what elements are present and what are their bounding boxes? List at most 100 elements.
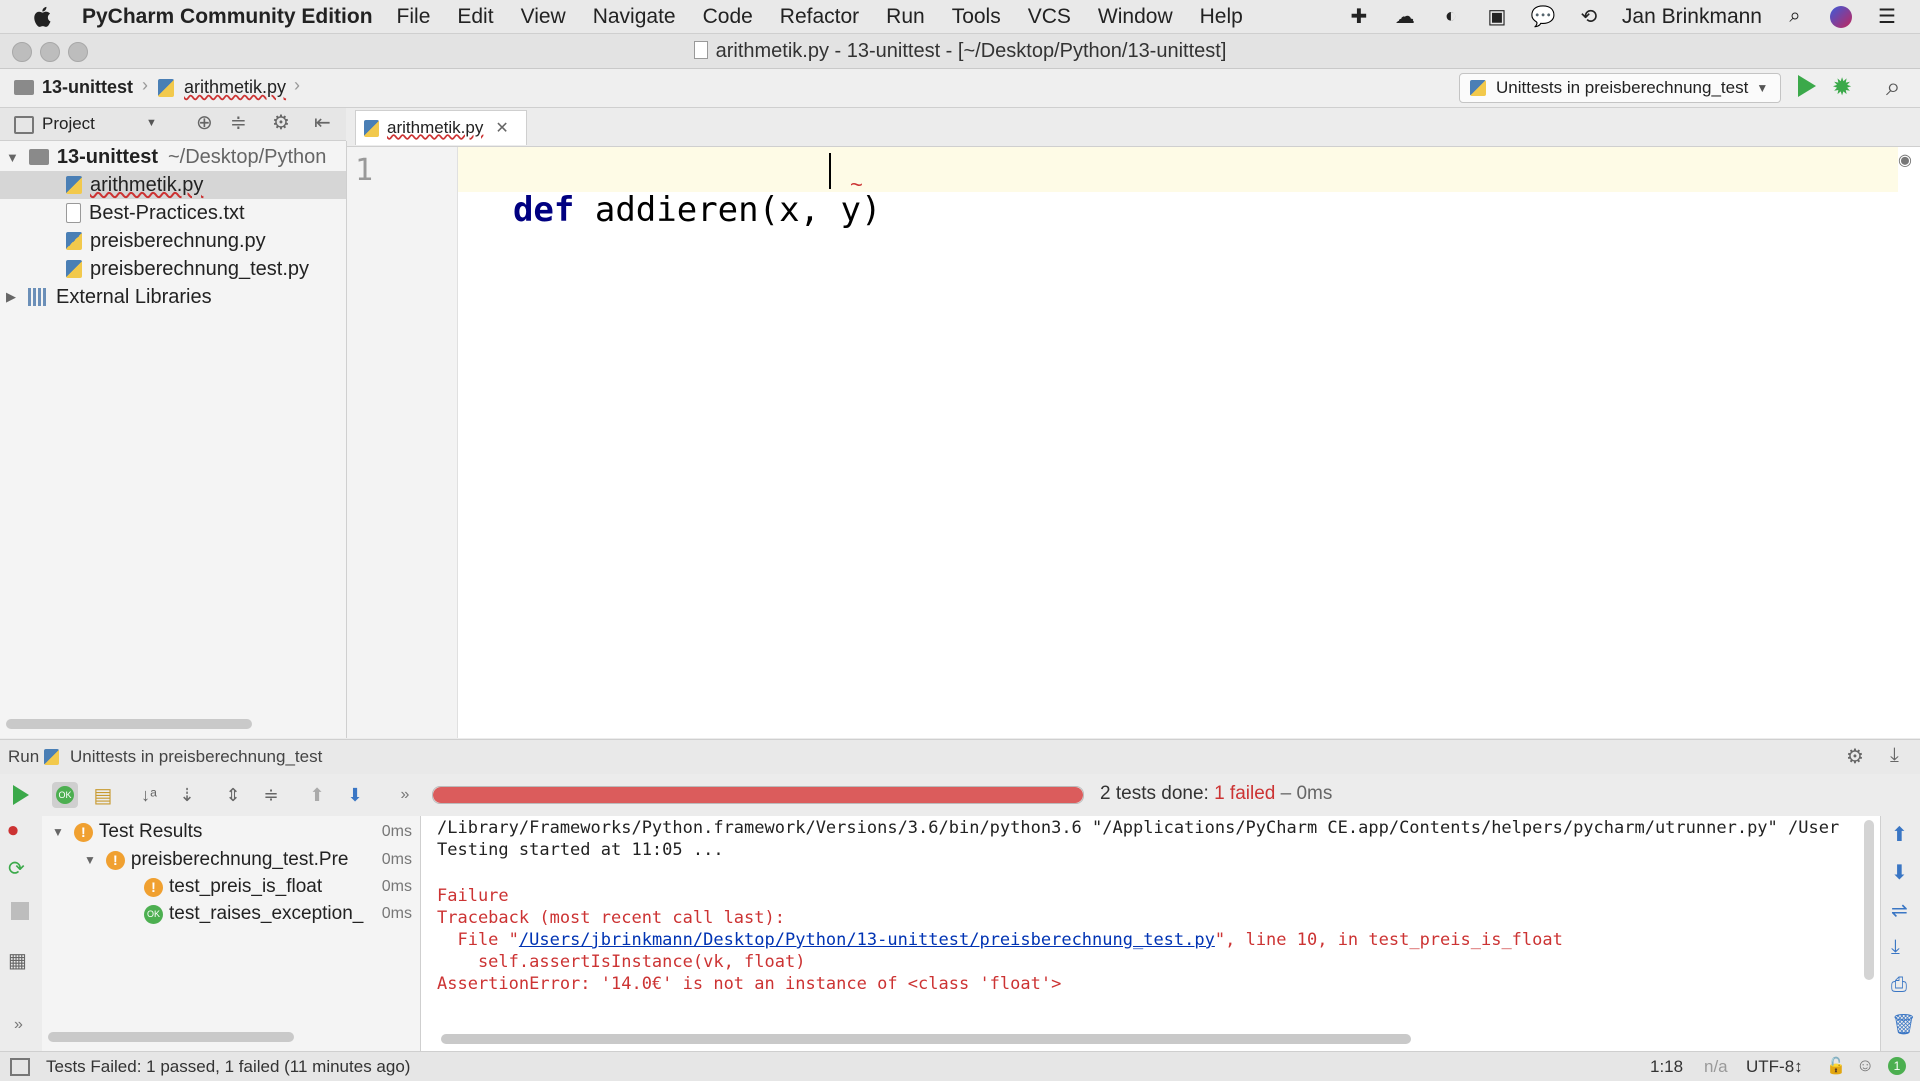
show-passed-icon[interactable]: OK [52, 782, 78, 808]
app-name-menu[interactable]: PyCharm Community Edition [82, 5, 373, 29]
layout-icon[interactable]: ▦ [8, 948, 27, 973]
menu-vcs[interactable]: VCS [1028, 5, 1071, 29]
test-results-root[interactable]: ▼ ! Test Results 0ms [42, 818, 420, 846]
expand-arrow-icon[interactable]: ▼ [84, 853, 96, 867]
leaf-icon[interactable]: ◐ [1438, 4, 1464, 30]
code-editor[interactable] [347, 147, 1920, 738]
menu-window[interactable]: Window [1098, 5, 1173, 29]
more-actions-icon[interactable]: » [392, 782, 418, 808]
inspection-eye-icon[interactable]: ◉ [1898, 150, 1912, 170]
debug-bug-icon[interactable]: ✹ [1832, 73, 1852, 102]
chat-bubble-icon[interactable]: 💬 [1530, 4, 1556, 30]
test-case-item[interactable]: ! test_preis_is_float 0ms [42, 873, 420, 901]
gear-icon[interactable]: ⚙ [1846, 744, 1864, 769]
run-config-tab[interactable]: Unittests in preisberechnung_test [70, 747, 322, 767]
gear-icon[interactable]: ⚙ [272, 110, 290, 135]
tree-file-item[interactable]: preisberechnung.py [0, 227, 346, 255]
test-case-item[interactable]: OK test_raises_exception_ 0ms [42, 900, 420, 928]
horizontal-scrollbar[interactable] [48, 1032, 294, 1042]
scroll-up-icon[interactable]: ⬆ [1891, 822, 1908, 847]
run-play-icon[interactable] [1798, 75, 1816, 97]
soft-wrap-icon[interactable]: ⇌ [1891, 898, 1908, 923]
rerun-failed-icon[interactable]: ⏺ [8, 820, 18, 843]
menu-tools[interactable]: Tools [952, 5, 1001, 29]
run-configuration-select[interactable]: Unittests in preisberechnung_test ▼ [1459, 73, 1781, 103]
code-line[interactable]: def addieren(x, y) [472, 150, 881, 230]
menu-file[interactable]: File [397, 5, 431, 29]
scroll-down-icon[interactable]: ⬇ [1891, 860, 1908, 885]
chevron-down-icon: ▼ [1756, 81, 1769, 95]
cloud-sync-icon[interactable]: ☁ [1392, 4, 1418, 30]
expand-arrow-icon[interactable]: ▼ [6, 150, 19, 165]
line-separator[interactable]: n/a [1704, 1057, 1728, 1077]
editor-tab-arithmetik[interactable]: arithmetik.py ✕ [355, 110, 527, 145]
vertical-scrollbar[interactable] [1864, 820, 1874, 980]
clear-trash-icon[interactable]: 🗑 [1891, 1012, 1916, 1037]
toggle-tool-windows-icon[interactable] [10, 1058, 30, 1076]
time-machine-icon[interactable]: ⟲ [1576, 4, 1602, 30]
more-icon[interactable]: » [14, 1016, 23, 1034]
status-message[interactable]: Tests Failed: 1 passed, 1 failed (11 min… [46, 1057, 410, 1077]
text-cursor [829, 153, 831, 189]
expand-arrow-icon[interactable]: ▼ [52, 825, 64, 839]
file-encoding[interactable]: UTF-8↕ [1746, 1057, 1803, 1077]
python-file-icon [158, 79, 174, 97]
hide-window-icon[interactable]: ⤓ [1890, 744, 1899, 767]
siri-icon[interactable] [1828, 4, 1854, 30]
tree-file-item[interactable]: arithmetik.py [0, 171, 346, 199]
test-console-output[interactable]: /Library/Frameworks/Python.framework/Ver… [421, 816, 1880, 1051]
toggle-auto-test-icon[interactable]: ⟳ [8, 856, 25, 881]
close-tab-icon[interactable]: ✕ [495, 118, 508, 138]
inspector-icon[interactable]: ☺ [1856, 1055, 1874, 1076]
tree-external-libraries[interactable]: ▶ External Libraries [0, 283, 346, 311]
expand-arrow-icon[interactable]: ▶ [6, 289, 16, 305]
scroll-to-end-icon[interactable]: ⤓ [1891, 936, 1900, 959]
caret-position[interactable]: 1:18 [1650, 1057, 1683, 1077]
hide-panel-icon[interactable]: ⇤ [314, 110, 331, 135]
menu-edit[interactable]: Edit [457, 5, 493, 29]
menu-refactor[interactable]: Refactor [780, 5, 859, 29]
notification-center-icon[interactable]: ☰ [1874, 4, 1900, 30]
previous-failed-test-icon[interactable]: ⬆ [304, 782, 330, 808]
project-view-label[interactable]: Project [42, 114, 95, 134]
rerun-play-icon[interactable] [8, 782, 34, 808]
breadcrumb-file[interactable]: arithmetik.py [184, 77, 286, 98]
next-failed-test-icon[interactable]: ⬇ [342, 782, 368, 808]
breadcrumb-project[interactable]: 13-unittest [42, 77, 133, 98]
search-everywhere-icon[interactable]: ⌕ [1886, 71, 1901, 103]
run-side-toolbar: ⏺ ⟳ ▦ » [0, 816, 43, 1051]
camera-icon[interactable]: ▣ [1484, 4, 1510, 30]
scroll-from-source-icon[interactable]: ⊕ [196, 110, 213, 135]
sort-alphabetically-icon[interactable]: ↓ᵃ [136, 782, 162, 808]
traceback-file-link[interactable]: /Users/jbrinkmann/Desktop/Python/13-unit… [519, 930, 1215, 950]
horizontal-scrollbar[interactable] [441, 1034, 1411, 1044]
test-suite-item[interactable]: ▼ ! preisberechnung_test.Pre 0ms [42, 846, 420, 874]
test-progress-fill [433, 787, 1083, 803]
collapse-all-icon[interactable]: ≑ [258, 782, 284, 808]
show-ignored-icon[interactable]: ▤ [90, 782, 116, 808]
menu-help[interactable]: Help [1200, 5, 1243, 29]
expand-all-icon[interactable]: ⇕ [220, 782, 246, 808]
lock-icon[interactable]: 🔓 [1826, 1056, 1846, 1076]
file-icon [693, 41, 708, 59]
sort-by-duration-icon[interactable]: ⇣ [174, 782, 200, 808]
print-icon[interactable]: ⎙ [1891, 974, 1907, 997]
user-name[interactable]: Jan Brinkmann [1622, 5, 1762, 29]
event-log-icon[interactable]: 1 [1888, 1057, 1906, 1075]
medical-cross-icon[interactable]: ✚ [1346, 4, 1372, 30]
tree-file-item[interactable]: Best-Practices.txt [0, 199, 346, 227]
collapse-all-icon[interactable]: ≑ [230, 110, 247, 135]
apple-icon[interactable] [30, 4, 56, 30]
chevron-down-icon[interactable]: ▼ [146, 117, 157, 129]
menu-view[interactable]: View [521, 5, 566, 29]
navigation-bar: 13-unittest › arithmetik.py › Unittests … [0, 69, 1920, 108]
menu-code[interactable]: Code [703, 5, 753, 29]
tree-file-item[interactable]: preisberechnung_test.py [0, 255, 346, 283]
spotlight-search-icon[interactable]: ⌕ [1782, 4, 1808, 30]
horizontal-scrollbar[interactable] [6, 719, 252, 729]
tree-root-item[interactable]: ▼ 13-unittest ~/Desktop/Python [0, 143, 346, 171]
stop-icon[interactable] [11, 902, 29, 920]
menu-navigate[interactable]: Navigate [593, 5, 676, 29]
menu-run[interactable]: Run [886, 5, 925, 29]
console-side-toolbar: ⬆ ⬇ ⇌ ⤓ ⎙ 🗑 [1880, 816, 1920, 1051]
